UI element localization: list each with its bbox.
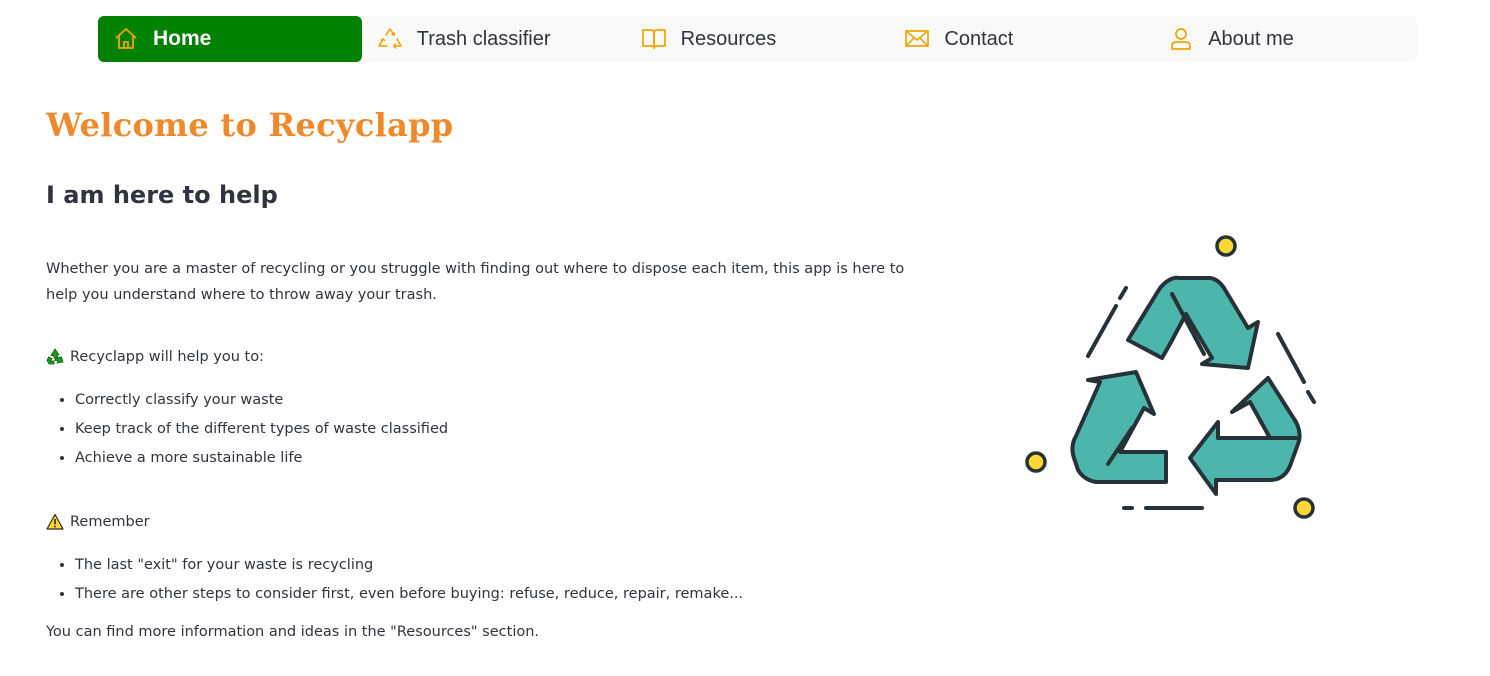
remember-list: The last "exit" for your waste is recycl… <box>46 551 743 609</box>
list-item: Correctly classify your waste <box>75 386 448 415</box>
recycle-icon <box>377 26 403 52</box>
remember-section-text: Remember <box>70 514 150 530</box>
nav-item-label: Contact <box>944 27 1014 50</box>
nav-item-resources[interactable]: Resources <box>626 16 890 62</box>
warning-icon <box>46 513 64 531</box>
house-icon <box>113 26 139 52</box>
person-icon <box>1168 26 1194 52</box>
nav-item-home[interactable]: Home <box>98 16 362 62</box>
nav-item-label: Trash classifier <box>416 27 551 50</box>
list-item: The last "exit" for your waste is recycl… <box>75 551 743 580</box>
nav-item-label: Home <box>153 27 212 50</box>
help-section-label: Recyclapp will help you to: <box>46 348 264 366</box>
page-subtitle: I am here to help <box>46 181 278 209</box>
recycle-emoji-icon <box>46 348 64 366</box>
recycle-illustration <box>1020 232 1320 522</box>
top-nav-bar: Home Trash classifier Resources Contact … <box>98 16 1417 62</box>
page-title: Welcome to Recyclapp <box>46 106 454 144</box>
nav-item-label: Resources <box>680 27 777 50</box>
nav-item-trash-classifier[interactable]: Trash classifier <box>362 16 626 62</box>
help-section-text: Recyclapp will help you to: <box>70 349 265 365</box>
nav-item-label: About me <box>1208 27 1294 50</box>
list-item: There are other steps to consider first,… <box>75 580 743 609</box>
list-item: Keep track of the different types of was… <box>75 415 448 444</box>
remember-section-label: Remember <box>46 513 150 531</box>
envelope-icon <box>904 26 930 52</box>
nav-item-contact[interactable]: Contact <box>889 16 1153 62</box>
intro-paragraph: Whether you are a master of recycling or… <box>46 261 905 303</box>
resources-note: You can find more information and ideas … <box>46 624 540 640</box>
book-icon <box>641 26 667 52</box>
list-item: Achieve a more sustainable life <box>75 444 448 473</box>
nav-item-about-me[interactable]: About me <box>1153 16 1417 62</box>
help-list: Correctly classify your waste Keep track… <box>46 386 448 473</box>
